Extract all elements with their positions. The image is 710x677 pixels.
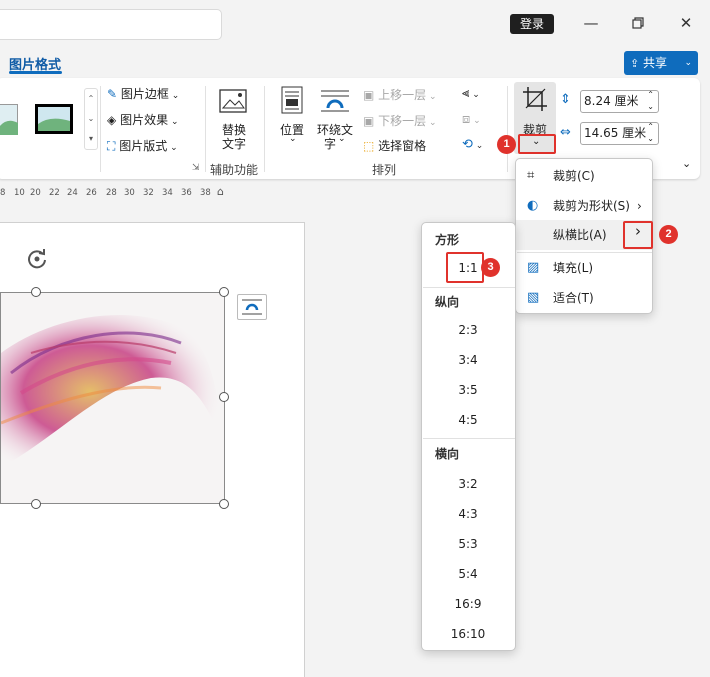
crop-icon [522, 86, 548, 112]
ratio-option-2-3[interactable]: 2:3 [422, 323, 514, 337]
ratio-option-16-9[interactable]: 16:9 [422, 597, 514, 611]
divider [264, 86, 265, 172]
chevron-right-icon: › [637, 199, 642, 213]
crop-menu-item-crop[interactable]: ⌗ 裁剪(C) [516, 161, 652, 191]
share-button[interactable]: ⇪ 共享 ⌄ [624, 51, 698, 75]
collapse-ribbon-icon[interactable]: ⌄ [682, 157, 691, 170]
chevron-down-icon: ⌄ [684, 58, 692, 68]
divider [100, 86, 101, 172]
rotate-icon[interactable]: ⟲ ⌄ [462, 137, 483, 152]
chevron-down-icon[interactable]: ⌄ [289, 134, 297, 144]
rotate-handle-icon[interactable] [24, 246, 50, 272]
divider [507, 86, 508, 172]
group-icon[interactable]: ⧈ ⌄ [462, 112, 481, 127]
chevron-down-icon: ⌄ [532, 136, 541, 147]
crop-menu: ⌗ 裁剪(C) ◐ 裁剪为形状(S) › 纵横比(A) › ▨ 填充(L) ▧ … [515, 158, 653, 314]
minimize-icon[interactable]: — [578, 10, 604, 36]
ratio-option-3-4[interactable]: 3:4 [422, 353, 514, 367]
close-icon[interactable]: ✕ [673, 10, 699, 36]
crop-menu-item-fit[interactable]: ▧ 适合(T) [516, 283, 652, 313]
section-header-square: 方形 [435, 233, 460, 247]
picture-border-button[interactable]: ✎ 图片边框 ⌄ [107, 85, 179, 102]
ratio-option-16-10[interactable]: 16:10 [422, 627, 514, 641]
step-badge-1: 1 [497, 135, 516, 154]
fill-icon: ▨ [527, 260, 540, 275]
crop-icon: ⌗ [527, 168, 535, 183]
selected-image[interactable] [0, 292, 225, 504]
group-label-arrange: 排列 [372, 163, 397, 177]
menu-divider [423, 438, 515, 439]
login-button[interactable]: 登录 [510, 14, 554, 34]
crop-menu-item-fill[interactable]: ▨ 填充(L) [516, 253, 652, 283]
picture-effects-icon: ◈ [107, 113, 117, 127]
ratio-option-5-4[interactable]: 5:4 [422, 567, 514, 581]
dialog-launcher-icon[interactable]: ⇲ [192, 163, 200, 173]
ratio-option-5-3[interactable]: 5:3 [422, 537, 514, 551]
align-icon[interactable]: ⫷ ⌄ [462, 86, 480, 101]
resize-handle-top[interactable] [31, 287, 41, 297]
crop-menu-item-crop-to-shape[interactable]: ◐ 裁剪为形状(S) › [516, 191, 652, 221]
resize-handle-bottom[interactable] [31, 499, 41, 509]
wrap-text-label-2[interactable]: 字 [324, 135, 336, 152]
step-badge-3: 3 [481, 258, 500, 277]
ratio-1-1-highlight[interactable] [446, 252, 484, 283]
picture-effects-button[interactable]: ◈ 图片效果 ⌄ [107, 111, 178, 128]
step-badge-2: 2 [659, 225, 678, 244]
menu-divider [423, 287, 515, 288]
section-header-portrait: 纵向 [435, 295, 460, 309]
section-header-landscape: 横向 [435, 447, 460, 461]
wrap-text-icon [320, 88, 350, 114]
share-icon: ⇪ [630, 57, 640, 70]
search-box[interactable] [0, 9, 222, 40]
indent-marker-icon[interactable]: ⌂ [217, 185, 224, 198]
chevron-down-icon[interactable]: ⌄ [338, 134, 346, 144]
selection-pane-icon: ⬚ [363, 139, 375, 153]
selection-pane-button[interactable]: ⬚ 选择窗格 [363, 137, 426, 154]
alt-text-icon [218, 88, 250, 116]
height-input[interactable]: 8.24 厘米 ⌃ ⌄ [580, 90, 659, 113]
bring-forward-icon: ▣ [363, 88, 375, 102]
ratio-option-4-3[interactable]: 4:3 [422, 507, 514, 521]
fit-icon: ▧ [527, 290, 540, 305]
resize-handle-bottom-right[interactable] [219, 499, 229, 509]
restore-icon[interactable] [625, 10, 651, 36]
send-backward-button[interactable]: ▣ 下移一层 ⌄ [363, 112, 437, 129]
chevron-right-icon: › [635, 222, 641, 240]
picture-layout-button[interactable]: ⛶ 图片版式 ⌄ [107, 137, 178, 154]
picture-border-icon: ✎ [107, 87, 118, 101]
resize-handle-right[interactable] [219, 392, 229, 402]
send-backward-icon: ▣ [363, 114, 375, 128]
resize-handle-top-right[interactable] [219, 287, 229, 297]
ratio-option-4-5[interactable]: 4:5 [422, 413, 514, 427]
picture-style-thumb-2[interactable] [35, 104, 73, 134]
alt-text-label-2[interactable]: 文字 [222, 135, 246, 152]
bring-forward-button[interactable]: ▣ 上移一层 ⌄ [363, 86, 437, 103]
height-icon: ⇕ [560, 92, 571, 107]
picture-style-thumb-1[interactable] [0, 104, 18, 135]
ratio-option-3-5[interactable]: 3:5 [422, 383, 514, 397]
divider [205, 86, 206, 172]
layout-options-icon[interactable] [237, 294, 267, 320]
width-input[interactable]: 14.65 厘米 ⌃ ⌄ [580, 122, 659, 145]
ruler: 8 10 20 22 24 26 28 30 32 34 36 38 ⌂ [0, 185, 224, 198]
active-tab-indicator [9, 71, 62, 74]
picture-layout-icon: ⛶ [107, 139, 116, 153]
aspect-ratio-menu: 方形 1:1 纵向 2:3 3:4 3:5 4:5 横向 3:2 4:3 5:3… [421, 222, 516, 651]
width-icon: ⇔ [560, 125, 571, 140]
group-label-accessibility: 辅助功能 [210, 163, 259, 177]
ratio-option-3-2[interactable]: 3:2 [422, 477, 514, 491]
gallery-scroll[interactable]: ⌃ ⌄ ▾ [84, 88, 98, 150]
shape-icon: ◐ [527, 198, 539, 213]
position-icon [281, 86, 303, 114]
